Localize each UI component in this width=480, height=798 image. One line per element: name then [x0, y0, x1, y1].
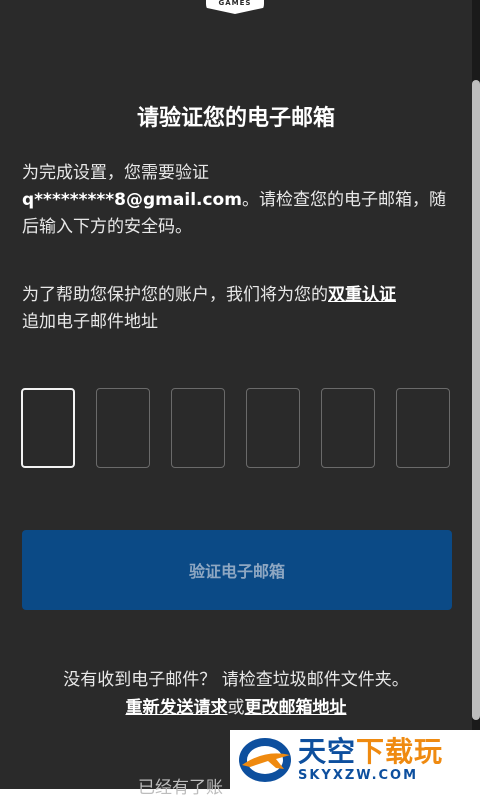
code-digit-input-4[interactable]: [246, 388, 300, 468]
verify-email-panel: GAMES 请验证您的电子邮箱 为完成设置，您需要验证 q*********8@…: [0, 0, 472, 798]
scrollbar-thumb[interactable]: [472, 80, 480, 720]
already-have-account-text[interactable]: 已经有了账: [138, 773, 223, 798]
twofa-text: 为了帮助您保护您的账户，我们将为您的双重认证 追加电子邮件地址: [22, 282, 452, 336]
logo-text: GAMES: [218, 0, 252, 7]
code-digit-input-5[interactable]: [321, 388, 375, 468]
twofa-suffix: 追加电子邮件地址: [22, 312, 158, 332]
code-digit-input-3[interactable]: [171, 388, 225, 468]
resend-request-link[interactable]: 重新发送请求: [126, 698, 228, 718]
no-email-hint: 没有收到电子邮件？ 请检查垃圾邮件文件夹。: [63, 670, 409, 690]
watermark-url: SKYXZW.COM: [298, 768, 419, 783]
page-title: 请验证您的电子邮箱: [136, 106, 335, 131]
watermark-cn-blue: 天空: [298, 735, 357, 768]
or-text: 或: [227, 698, 245, 718]
security-code-input-group: [21, 388, 453, 470]
watermark-cn-orange: 下载玩: [356, 735, 444, 768]
two-factor-auth-link[interactable]: 双重认证: [328, 285, 396, 305]
resend-change-links: 重新发送请求或更改邮箱地址: [0, 693, 472, 718]
code-digit-input-1[interactable]: [21, 388, 75, 468]
site-watermark: 天空下载玩 SKYXZW.COM: [230, 730, 480, 789]
epic-games-logo: GAMES: [206, 0, 264, 14]
twofa-prefix: 为了帮助您保护您的账户，我们将为您的: [22, 285, 328, 305]
change-email-link[interactable]: 更改邮箱地址: [245, 698, 347, 718]
verify-email-button[interactable]: 验证电子邮箱: [22, 530, 452, 610]
intro-prefix: 为完成设置，您需要验证: [22, 163, 209, 183]
code-digit-input-2[interactable]: [96, 388, 150, 468]
intro-text: 为完成设置，您需要验证 q*********8@gmail.com。请检查您的电…: [22, 160, 452, 241]
masked-email: q*********8@gmail.com: [22, 190, 242, 210]
code-digit-input-6[interactable]: [396, 388, 450, 468]
airplane-globe-icon: [236, 735, 294, 785]
